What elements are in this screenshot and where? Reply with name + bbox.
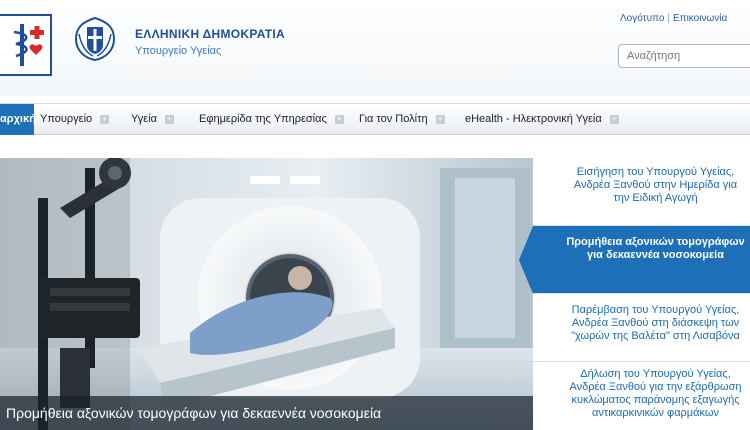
nav-item-citizen[interactable]: Για τον Πολίτη +: [359, 104, 445, 135]
main-navigation: αρχική Υπουργείο + Υγεία + Εφημερίδα της Υ…: [0, 103, 750, 135]
nav-item-ehealth[interactable]: eHealth - Ηλεκτρονική Υγεία +: [465, 104, 619, 135]
nav-label: eHealth - Ηλεκτρονική Υγεία: [465, 113, 602, 125]
news-title: Δήλωση του Υπουργού Υγείας, Ανδρέα Ξανθο…: [569, 368, 742, 419]
logo-link[interactable]: Λογότυπο: [620, 13, 664, 24]
site-header: ΕΛΛΗΝΙΚΗ ΔΗΜΟΚΡΑΤΙΑ Υπουργείο Υγείας Λογ…: [0, 0, 750, 96]
news-title: Προμήθεια αξονικών τομογράφων για δεκαεν…: [566, 236, 745, 261]
expand-icon[interactable]: +: [435, 114, 445, 124]
expand-icon[interactable]: +: [609, 114, 619, 124]
news-item[interactable]: Εισήγηση του Υπουργού Υγείας, Ανδρέα Ξαν…: [533, 158, 750, 226]
search-input[interactable]: [618, 44, 750, 68]
news-sidebar: Εισήγηση του Υπουργού Υγείας, Ανδρέα Ξαν…: [519, 158, 750, 430]
hero-caption[interactable]: Προμήθεια αξονικών τομογράφων για δεκαεν…: [0, 396, 533, 430]
nav-label: Για τον Πολίτη: [359, 113, 428, 125]
expand-icon[interactable]: +: [165, 114, 175, 124]
expand-icon[interactable]: +: [100, 114, 110, 124]
nav-label: αρχική: [0, 113, 36, 125]
expand-icon[interactable]: +: [334, 114, 344, 124]
news-item[interactable]: Παρέμβαση του Υπουργού Υγείας, Ανδρέα Ξα…: [533, 294, 750, 362]
news-title: Εισήγηση του Υπουργού Υγείας, Ανδρέα Ξαν…: [573, 166, 738, 204]
nav-label: Εφημερίδα της Υπηρεσίας: [199, 113, 327, 125]
contact-link[interactable]: Επικοινωνία: [673, 13, 727, 24]
nav-label: Υγεία: [131, 113, 158, 125]
caduceus-icon: [13, 24, 44, 66]
link-separator: |: [667, 13, 671, 24]
top-links: Λογότυπο | Επικοινωνία: [620, 13, 727, 24]
news-title: Παρέμβαση του Υπουργού Υγείας, Ανδρέα Ξα…: [571, 304, 740, 342]
news-item[interactable]: Δήλωση του Υπουργού Υγείας, Ανδρέα Ξανθο…: [533, 362, 750, 430]
republic-title: ΕΛΛΗΝΙΚΗ ΔΗΜΟΚΡΑΤΙΑ: [135, 27, 285, 41]
active-pointer-icon: [519, 226, 533, 294]
nav-item-ministry[interactable]: Υπουργείο +: [40, 104, 110, 135]
nav-item-health[interactable]: Υγεία +: [131, 104, 175, 135]
ministry-subtitle: Υπουργείο Υγείας: [135, 45, 222, 57]
nav-item-gazette[interactable]: Εφημερίδα της Υπηρεσίας +: [199, 104, 344, 135]
coat-of-arms-icon: [74, 16, 116, 62]
nav-label: Υπουργείο: [40, 113, 93, 125]
ministry-logo[interactable]: [0, 14, 52, 76]
hero-image[interactable]: Προμήθεια αξονικών τομογράφων για δεκαεν…: [0, 158, 533, 430]
ct-scanner-photo: [0, 158, 533, 430]
nav-item-home[interactable]: αρχική: [0, 104, 36, 135]
greek-coat-of-arms: [70, 14, 120, 64]
news-item-active[interactable]: Προμήθεια αξονικών τομογράφων για δεκαεν…: [519, 226, 750, 294]
